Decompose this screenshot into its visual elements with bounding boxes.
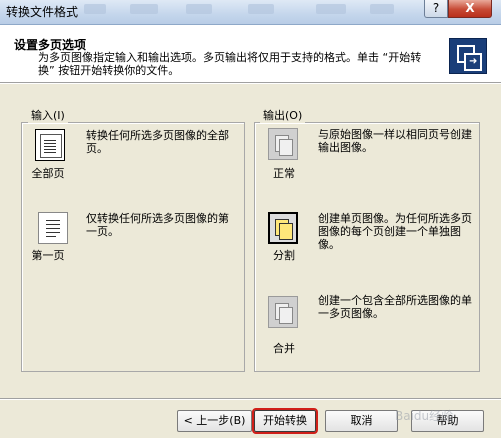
merge-output-icon[interactable] <box>268 296 298 328</box>
normal-output-icon[interactable] <box>268 128 298 160</box>
page-description: 为多页图像指定输入和输出选项。多页输出将仅用于支持的格式。单击 “开始转换” 按… <box>38 51 422 77</box>
option-merge-desc: 创建一个包含全部所选图像的单一多页图像。 <box>318 294 472 320</box>
blurred-bg <box>84 4 106 14</box>
cancel-button[interactable]: 取消 <box>325 410 398 432</box>
convert-logo-icon: ➜ <box>449 38 487 74</box>
option-normal-desc: 与原始图像一样以相同页号创建输出图像。 <box>318 128 472 154</box>
blurred-bg <box>316 4 346 14</box>
help-title-button[interactable]: ? <box>424 0 448 18</box>
title-bar: 转换文件格式 ? X <box>0 0 501 25</box>
footer-divider <box>0 398 501 399</box>
input-group-legend: 输入(I) <box>28 107 68 123</box>
blurred-bg <box>248 4 274 14</box>
option-all-pages-desc: 转换任何所选多页图像的全部页。 <box>86 129 229 155</box>
back-button[interactable]: < 上一步(B) <box>177 410 252 432</box>
output-group-legend: 输出(O) <box>260 107 306 123</box>
option-normal-label[interactable]: 正常 <box>262 165 306 181</box>
option-split-label[interactable]: 分割 <box>262 247 306 263</box>
close-button[interactable]: X <box>448 0 492 18</box>
first-page-icon[interactable] <box>38 212 68 244</box>
blurred-bg <box>130 4 158 14</box>
option-merge-label[interactable]: 合并 <box>262 340 306 356</box>
option-split-desc: 创建单页图像。为任何所选多页图像的每个页创建一个单独图像。 <box>318 212 472 251</box>
start-convert-button[interactable]: 开始转换 <box>252 408 318 434</box>
blurred-bg <box>370 4 394 14</box>
window-title: 转换文件格式 <box>6 5 79 19</box>
option-first-page-desc: 仅转换任何所选多页图像的第一页。 <box>86 212 229 238</box>
split-output-icon[interactable] <box>268 212 298 244</box>
blurred-bg <box>186 4 212 14</box>
watermark: Baidu经验 <box>395 409 454 423</box>
wizard-header: 设置多页选项 为多页图像指定输入和输出选项。多页输出将仅用于支持的格式。单击 “… <box>0 25 501 83</box>
option-all-pages-label[interactable]: 全部页 <box>28 165 68 181</box>
option-first-page-label[interactable]: 第一页 <box>28 247 68 263</box>
all-pages-icon[interactable] <box>35 129 65 161</box>
